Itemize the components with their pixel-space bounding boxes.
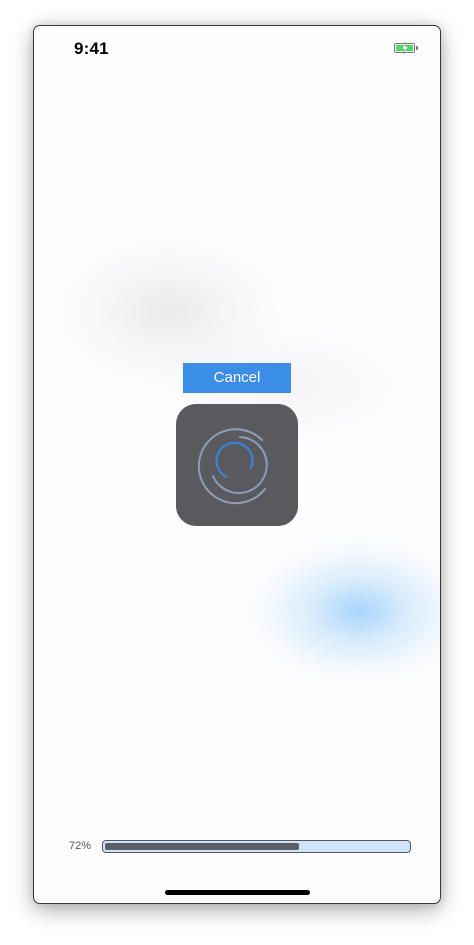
- progress-percentage: 72%: [69, 840, 92, 852]
- screenshot-canvas: 9:41 Cancel 72%: [0, 0, 474, 945]
- home-indicator[interactable]: [165, 890, 310, 895]
- status-bar-time: 9:41: [74, 39, 109, 58]
- progress-bar: [102, 840, 411, 853]
- cancel-button[interactable]: Cancel: [183, 363, 291, 393]
- battery-tip: [416, 46, 418, 50]
- background-blur-blue: [244, 536, 440, 686]
- loading-spinner-icon: [197, 428, 268, 505]
- progress-bar-fill: [105, 843, 299, 850]
- charging-bolt-icon: [401, 42, 409, 54]
- loading-hud: [176, 404, 298, 526]
- phone-screen: 9:41 Cancel 72%: [33, 25, 441, 904]
